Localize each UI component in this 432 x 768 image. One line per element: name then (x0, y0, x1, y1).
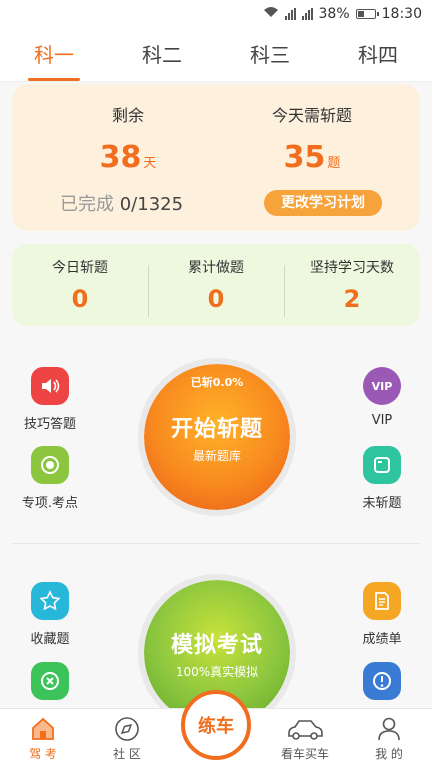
nav-driving-test[interactable]: 驾 考 (8, 715, 78, 762)
tool-label: 收藏题 (30, 632, 70, 647)
today-questions: 今天需斩题 35 题 (212, 102, 412, 175)
report-icon (363, 582, 401, 620)
study-plan-card: 剩余 38 天 今天需斩题 35 题 已完成 0/1325 更改学习计划 (12, 84, 420, 231)
signal-icon (284, 8, 296, 20)
tab-subject-3[interactable]: 科三 (216, 30, 324, 81)
remaining-value: 38 (99, 140, 142, 175)
stat-value: 2 (343, 285, 361, 313)
compass-icon (92, 715, 162, 743)
start-practice-button[interactable]: 已斩0.0% 开始斩题 最新题库 (138, 358, 296, 516)
tab-subject-4[interactable]: 科四 (324, 30, 432, 81)
tab-subject-1[interactable]: 科一 (0, 30, 108, 81)
battery-icon (355, 9, 379, 19)
nav-label: 看车买车 (280, 747, 329, 761)
nav-profile[interactable]: 我 的 (354, 715, 424, 762)
clock: 18:30 (381, 6, 422, 22)
stat-value: 0 (207, 285, 225, 313)
wrong-icon (31, 662, 69, 700)
nav-community[interactable]: 社 区 (92, 715, 162, 762)
tool-report-card[interactable]: 成绩单 (342, 582, 422, 647)
today-unit: 题 (327, 156, 341, 171)
stat-today: 今日斩题 0 (12, 257, 148, 313)
practice-progress: 已斩0.0% (190, 376, 244, 389)
alert-icon (363, 662, 401, 700)
unanswered-icon (363, 446, 401, 484)
remaining-value-wrap: 38 天 (28, 140, 228, 175)
tab-subject-2[interactable]: 科二 (108, 30, 216, 81)
remaining-unit: 天 (143, 156, 157, 171)
practice-car-button[interactable]: 练车 (181, 690, 251, 760)
status-bar: 38% 18:30 (0, 0, 432, 30)
completed-progress: 已完成 0/1325 (60, 190, 183, 216)
stat-label: 累计做题 (188, 260, 244, 276)
tool-pre-exam[interactable] (342, 662, 422, 700)
tool-special-points[interactable]: 专项.考点 (10, 446, 90, 511)
change-plan-button[interactable]: 更改学习计划 (264, 190, 382, 216)
remaining-label: 剩余 (111, 106, 144, 125)
wifi-icon (263, 6, 279, 22)
tool-unanswered[interactable]: 未斩题 (342, 446, 422, 511)
tool-label: VIP (371, 413, 393, 428)
tool-vip[interactable]: VIP VIP (342, 367, 422, 428)
stat-streak: 坚持学习天数 2 (284, 257, 420, 317)
stat-total: 累计做题 0 (148, 257, 284, 317)
nav-label: 我 的 (375, 747, 403, 761)
stats-card: 今日斩题 0 累计做题 0 坚持学习天数 2 (12, 244, 420, 326)
subject-tabs: 科一 科二 科三 科四 (0, 30, 432, 82)
speaker-icon (31, 367, 69, 405)
tool-label: 成绩单 (362, 632, 402, 647)
nav-label: 驾 考 (29, 747, 57, 761)
target-icon (31, 446, 69, 484)
nav-car-shopping[interactable]: 看车买车 (270, 715, 340, 762)
vip-icon: VIP (363, 367, 401, 405)
tool-label: 专项.考点 (21, 496, 79, 511)
battery-percent: 38% (318, 6, 350, 22)
tool-favorites[interactable]: 收藏题 (10, 582, 90, 647)
car-icon (270, 715, 340, 743)
stat-label: 坚持学习天数 (310, 260, 394, 276)
tool-wrong-questions[interactable] (10, 662, 90, 700)
nav-label: 社 区 (113, 747, 141, 761)
completed-value: 0/1325 (119, 194, 184, 215)
section-divider (12, 543, 420, 544)
signal-icon-2 (301, 8, 313, 20)
stat-label: 今日斩题 (52, 260, 108, 276)
stat-value: 0 (71, 285, 89, 313)
today-value: 35 (283, 140, 326, 175)
profile-icon (354, 715, 424, 743)
home-icon (8, 715, 78, 743)
star-icon (31, 582, 69, 620)
tool-label: 未斩题 (362, 496, 402, 511)
today-value-wrap: 35 题 (212, 140, 412, 175)
today-label: 今天需斩题 (271, 106, 352, 125)
tool-label: 技巧答题 (23, 417, 76, 432)
completed-label: 已完成 (60, 194, 114, 215)
remaining-days: 剩余 38 天 (28, 102, 228, 175)
tool-skill-answer[interactable]: 技巧答题 (10, 367, 90, 432)
